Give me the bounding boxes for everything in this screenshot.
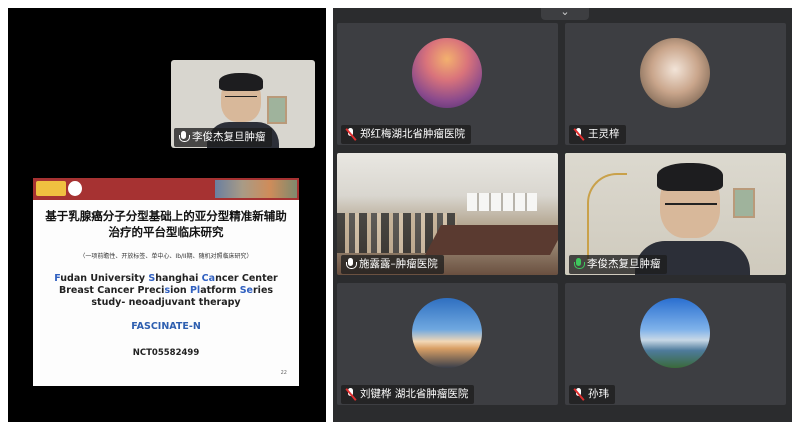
participant-name-tag: 刘键桦 湖北省肿瘤医院	[341, 385, 475, 404]
self-view-name-tag: 李俊杰复旦肿瘤	[174, 128, 272, 147]
participant-name: 孙玮	[588, 388, 609, 400]
participant-name-tag: 李俊杰复旦肿瘤	[569, 255, 667, 274]
study-code-name: FASCINATE-N	[131, 321, 201, 332]
self-view-video[interactable]: 李俊杰复旦肿瘤	[171, 60, 315, 148]
slide-subtitle: （一项前瞻性、开放标签、单中心、Ib/II期、随机对照临床研究）	[79, 253, 253, 260]
slide-en-text: study- neoadjuvant therapy	[91, 297, 241, 308]
microphone-muted-icon	[573, 388, 585, 401]
speaker-glasses	[225, 96, 257, 102]
room-windows	[467, 193, 537, 211]
slide-en-text: Ca	[201, 273, 216, 284]
participant-name: 王灵梓	[588, 128, 620, 140]
participant-avatar	[640, 38, 710, 108]
participant-tile[interactable]: 郑红梅湖北省肿瘤医院	[337, 23, 558, 145]
speaker-hair	[219, 73, 263, 91]
chevron-down-icon: ⌄	[560, 5, 570, 18]
speaker-hair	[657, 163, 723, 191]
slide-en-text: ion	[170, 285, 190, 296]
collapse-gallery-button[interactable]: ⌄	[541, 5, 589, 20]
gallery-pane: ⌄ 郑红梅湖北省肿瘤医院 王灵梓 施露露–肿瘤医院 李俊杰复旦肿瘤 刘键桦 湖北…	[333, 5, 792, 422]
participant-tile[interactable]: 孙玮	[565, 283, 786, 405]
slide-en-text: hanghai	[155, 273, 202, 284]
conference-table	[425, 225, 558, 255]
participant-name: 施露露–肿瘤医院	[359, 258, 438, 270]
participant-avatar	[640, 298, 710, 368]
slide-en-text: ries	[253, 285, 274, 296]
shared-screen-pane: 李俊杰复旦肿瘤 基于乳腺癌分子分型基础上的亚分型精准新辅助治疗的平台型临床研究 …	[8, 8, 326, 422]
nct-number: NCT05582499	[132, 348, 200, 358]
microphone-icon	[178, 131, 190, 144]
participant-name-tag: 孙玮	[569, 385, 615, 404]
microphone-muted-icon	[345, 388, 357, 401]
meeting-window: 李俊杰复旦肿瘤 基于乳腺癌分子分型基础上的亚分型精准新辅助治疗的平台型临床研究 …	[0, 0, 800, 429]
slide-en-text: atform	[200, 285, 240, 296]
wall-picture	[267, 96, 287, 124]
slide-en-text: udan University	[60, 273, 149, 284]
participant-name-tag: 郑红梅湖北省肿瘤医院	[341, 125, 471, 144]
header-photo	[215, 180, 297, 198]
participant-name-tag: 施露露–肿瘤医院	[341, 255, 444, 274]
participant-name: 李俊杰复旦肿瘤	[587, 258, 661, 270]
slide-title: 基于乳腺癌分子分型基础上的亚分型精准新辅助治疗的平台型临床研究	[45, 209, 287, 239]
participant-tile[interactable]: 施露露–肿瘤医院	[337, 153, 558, 275]
microphone-muted-icon	[345, 128, 357, 141]
microphone-active-icon	[573, 258, 585, 271]
speaker-glasses	[665, 203, 717, 213]
slide-en-text: Breast Cancer Preci	[58, 285, 165, 296]
participant-avatar	[412, 38, 482, 108]
floor-lamp	[587, 173, 627, 263]
wall-picture	[733, 188, 755, 218]
slide-page-number: 22	[280, 370, 287, 376]
slide-header-banner	[33, 178, 299, 200]
self-view-name: 李俊杰复旦肿瘤	[192, 131, 266, 143]
participant-tile[interactable]: 王灵梓	[565, 23, 786, 145]
active-speaker-tile[interactable]: 李俊杰复旦肿瘤	[565, 153, 786, 275]
university-logo	[68, 181, 82, 196]
microphone-muted-icon	[573, 128, 585, 141]
participant-name: 郑红梅湖北省肿瘤医院	[360, 128, 465, 140]
slide-en-text: ncer Center	[215, 273, 278, 284]
slide-english-title: Fudan University Shanghai Cancer Center …	[43, 273, 289, 309]
microphone-icon	[345, 258, 357, 271]
participant-name-tag: 王灵梓	[569, 125, 626, 144]
participant-avatar	[412, 298, 482, 368]
participant-name: 刘键桦 湖北省肿瘤医院	[360, 388, 469, 400]
hospital-logo	[36, 181, 66, 196]
presentation-slide: 基于乳腺癌分子分型基础上的亚分型精准新辅助治疗的平台型临床研究 （一项前瞻性、开…	[33, 178, 299, 386]
slide-en-text: Pl	[189, 285, 201, 296]
participant-tile[interactable]: 刘键桦 湖北省肿瘤医院	[337, 283, 558, 405]
slide-en-text: Se	[239, 285, 253, 296]
